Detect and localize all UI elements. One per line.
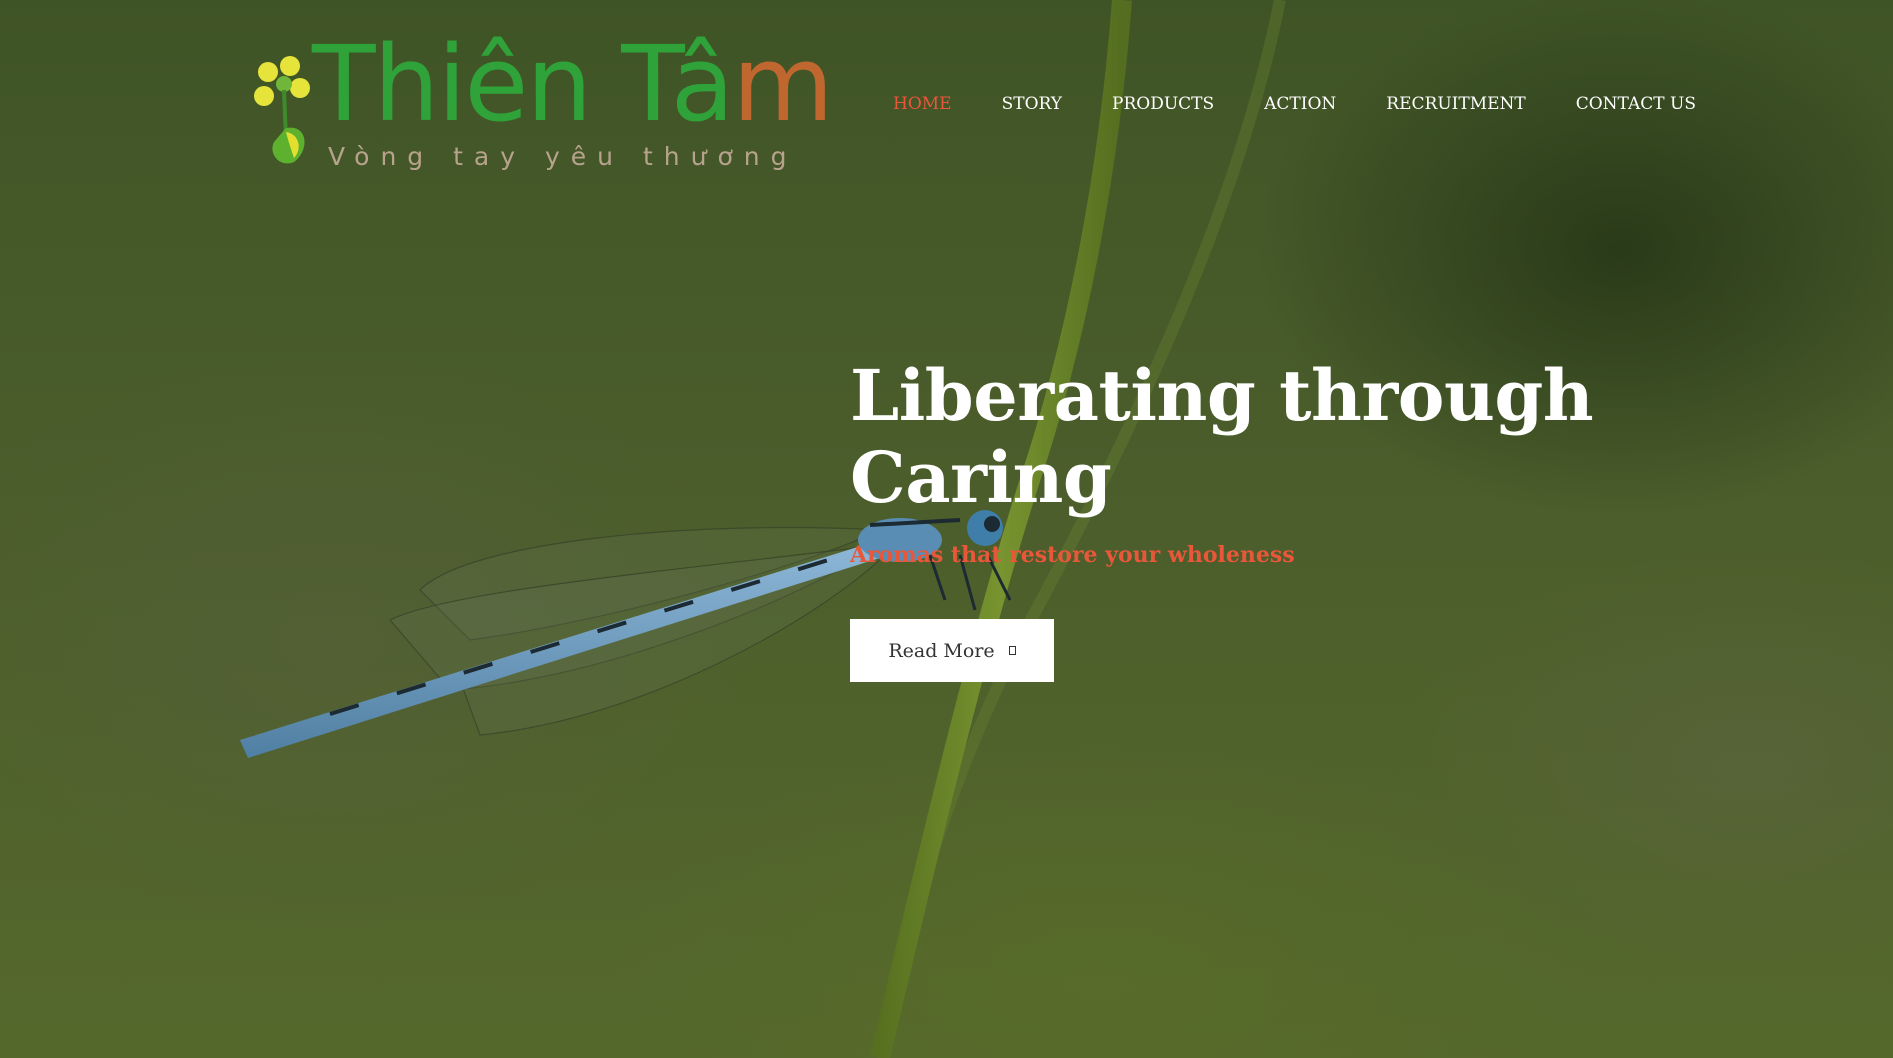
logo-tagline: Vòng tay yêu thương <box>328 142 798 171</box>
hero-section: Thiên Tâm Vòng tay yêu thương HOME STORY… <box>0 0 1893 1058</box>
nav-item-action[interactable]: ACTION <box>1264 94 1336 114</box>
arrow-icon <box>1008 646 1016 655</box>
site-logo[interactable]: Thiên Tâm Vòng tay yêu thương <box>250 30 840 180</box>
nav-item-home[interactable]: HOME <box>893 94 952 114</box>
hero-headline: Liberating through Caring <box>850 355 1750 519</box>
logo-brand-name: Thiên Tâm <box>312 32 834 136</box>
hero-subheadline: Aromas that restore your wholeness <box>850 542 1295 568</box>
hero-headline-line1: Liberating through <box>850 354 1594 437</box>
read-more-button[interactable]: Read More <box>850 619 1054 682</box>
nav-item-contact-us[interactable]: CONTACT US <box>1576 94 1696 114</box>
nav-item-story[interactable]: STORY <box>1002 94 1062 114</box>
logo-brand-part1: Thiên Tâ <box>312 23 734 145</box>
logo-brand-part2: m <box>732 23 833 145</box>
nav-item-products[interactable]: PRODUCTS <box>1112 94 1214 114</box>
main-nav: HOME STORY PRODUCTS ACTION RECRUITMENT C… <box>893 94 1696 114</box>
hero-headline-line2: Caring <box>850 436 1112 519</box>
nav-item-recruitment[interactable]: RECRUITMENT <box>1386 94 1525 114</box>
read-more-label: Read More <box>888 639 995 662</box>
flower-logo-icon <box>254 56 310 164</box>
